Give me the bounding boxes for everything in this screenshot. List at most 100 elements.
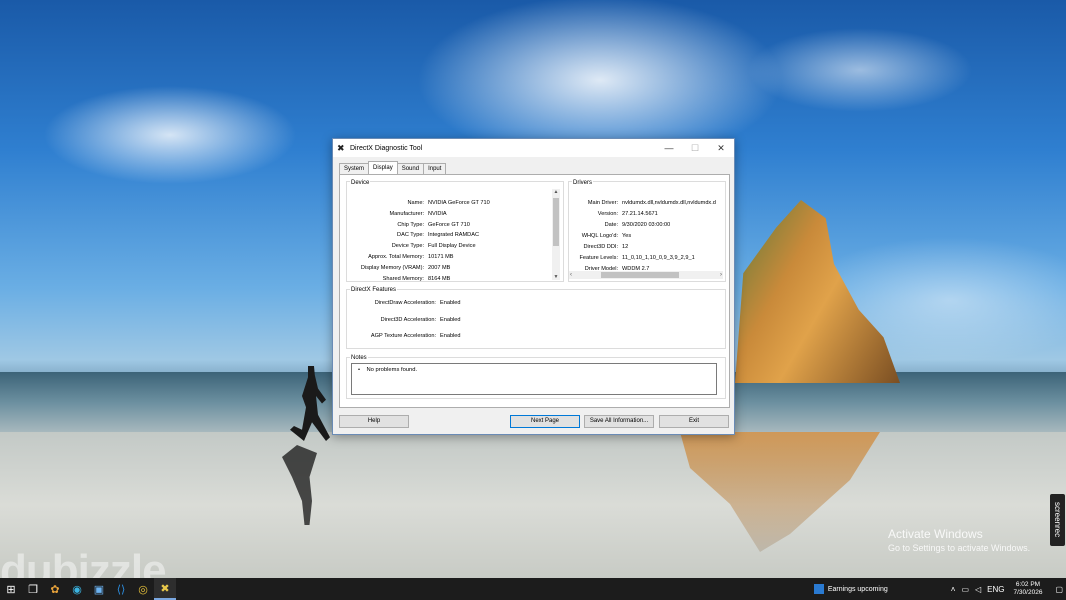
driver-label: WHQL Logo'd: [581,233,618,239]
device-value: 8164 MB [428,275,451,282]
clock-time: 6:02 PM [1015,581,1041,588]
window-title: DirectX Diagnostic Tool [350,144,423,152]
driver-value: nvldumdx.dll,nvldumdx.dll,nvldumdx.d [622,200,716,206]
device-scrollbar[interactable]: ▲ ▼ [552,189,560,280]
device-row: Manufacturer: NVIDIA [348,210,446,217]
maximize-button[interactable]: ☐ [682,139,708,157]
minimize-button[interactable]: — [656,139,682,157]
feature-row: AGP Texture Acceleration: Enabled [348,333,461,339]
feature-label: DirectDraw Acceleration: [374,300,436,306]
device-row: Shared Memory: 8164 MB [348,275,451,282]
device-scroll-thumb[interactable] [553,198,559,246]
tab-strip: System Display Sound Input [339,161,447,174]
driver-label: Feature Levels: [579,255,618,261]
clock-date: 7/30/2026 [1013,589,1043,596]
save-all-information-button[interactable]: Save All Information... [584,415,654,428]
device-label: Name: [407,200,424,206]
feature-value: Enabled [440,300,461,306]
network-icon[interactable]: ▭ [961,585,969,594]
system-tray: Earnings upcoming ˄ ▭ ◁ ENG 6:02 PM 7/30… [813,578,1066,600]
copilot-icon[interactable]: ✿ [44,578,66,600]
device-label: Device Type: [391,243,424,250]
vscode-icon[interactable]: ⟨⟩ [110,578,132,600]
clock[interactable]: 6:02 PM 7/30/2026 [1014,581,1043,597]
driver-row: Main Driver: nvldumdx.dll,nvldumdx.dll,nv… [570,200,716,206]
feature-value: Enabled [440,316,461,323]
chevron-up-icon[interactable]: ˄ [951,585,956,594]
device-value: Full Display Device [428,243,476,250]
driver-row: Date: 9/30/2020 03:00:00 [570,222,671,228]
tab-system[interactable]: System [339,163,370,174]
driver-value: 12 [622,244,629,250]
scroll-right-icon[interactable]: › [720,271,722,279]
drivers-scroll-thumb[interactable] [601,272,679,278]
chrome-icon[interactable]: ◎ [132,578,154,600]
driver-value: Yes [622,233,632,239]
language-indicator[interactable]: ENG [987,585,1004,594]
driver-label: Date: [604,222,618,228]
driver-row: Direct3D DDI: 12 [570,244,629,250]
exit-button[interactable]: Exit [659,415,729,428]
device-label: Approx. Total Memory: [368,254,424,260]
driver-value: 9/30/2020 03:00:00 [622,222,671,228]
device-group-title: Device [350,180,371,186]
directx-taskbar-icon[interactable]: ✖ [154,578,176,600]
device-value: GeForce GT 710 [428,221,470,228]
activate-title: Activate Windows [888,527,983,541]
notes-item-text: No problems found. [366,367,418,373]
start-windows-icon[interactable]: ⊞ [0,578,22,600]
scroll-left-icon[interactable]: ‹ [570,271,572,279]
next-page-button[interactable]: Next Page [510,415,580,428]
store-icon[interactable]: ▣ [88,578,110,600]
device-row: DAC Type: Integrated RAMDAC [348,232,479,238]
device-value: NVIDIA GeForce GT 710 [428,200,490,206]
activate-subtitle: Go to Settings to activate Windows. [888,543,1031,553]
driver-row: Version: 27.21.14.5671 [570,211,658,217]
driver-value: 27.21.14.5671 [622,211,658,217]
notes-item: • No problems found. [358,367,418,373]
device-label: Chip Type: [397,221,424,228]
drivers-hscrollbar[interactable]: ‹ › [569,271,723,279]
driver-row: Feature Levels: 11_0,10_1,10_0,9_3,9_2,9_… [570,255,695,261]
directx-app-icon: ✖ [337,142,345,153]
help-button[interactable]: Help [339,415,409,428]
news-widget-text: Earnings upcoming [827,585,888,593]
notes-textbox[interactable]: • No problems found. [351,363,717,395]
device-label: Display Memory (VRAM): [360,264,424,271]
driver-row: WHQL Logo'd: Yes [570,233,631,239]
device-row: Device Type: Full Display Device [348,243,476,249]
device-value: Integrated RAMDAC [428,232,479,239]
device-value: 2007 MB [428,264,451,271]
device-value: 10171 MB [428,254,454,260]
device-label: Shared Memory: [382,275,424,282]
device-row: Name: NVIDIA GeForce GT 710 [348,200,490,206]
driver-label: Direct3D DDI: [583,244,619,250]
news-widget[interactable]: Earnings upcoming [813,584,888,594]
device-label: Manufacturer: [389,210,424,217]
scroll-down-icon[interactable]: ▼ [552,274,560,280]
feature-row: Direct3D Acceleration: Enabled [348,317,461,323]
volume-icon[interactable]: ◁ [975,585,981,594]
tab-input[interactable]: Input [423,163,447,174]
task-view-icon[interactable]: ❐ [22,578,44,600]
edge-browser-icon[interactable]: ◉ [66,578,88,600]
device-label: DAC Type: [397,232,424,239]
title-bar[interactable]: ✖ DirectX Diagnostic Tool — ☐ ✕ [333,139,734,157]
display-tab-panel: Device Name: NVIDIA GeForce GT 710 Manufac… [339,174,730,408]
driver-label: Version: [597,211,618,217]
scroll-up-icon[interactable]: ▲ [552,189,560,195]
tab-sound[interactable]: Sound [396,163,425,174]
device-row: Display Memory (VRAM): 2007 MB [348,265,450,271]
close-button[interactable]: ✕ [708,139,734,157]
feature-label: Direct3D Acceleration: [380,316,436,323]
notification-icon[interactable]: ▢ [1055,585,1063,594]
feature-value: Enabled [440,333,461,339]
driver-value: 11_0,10_1,10_0,9_3,9_2,9_1 [622,255,695,261]
directx-features-title: DirectX Features [350,287,398,293]
notes-title: Notes [350,355,368,361]
feature-label: AGP Texture Acceleration: [370,333,436,339]
device-row: Approx. Total Memory: 10171 MB [348,254,454,260]
tab-display[interactable]: Display [368,161,398,174]
device-row: Chip Type: GeForce GT 710 [348,222,470,228]
screenrec-tab[interactable]: screenrec [1050,494,1065,546]
